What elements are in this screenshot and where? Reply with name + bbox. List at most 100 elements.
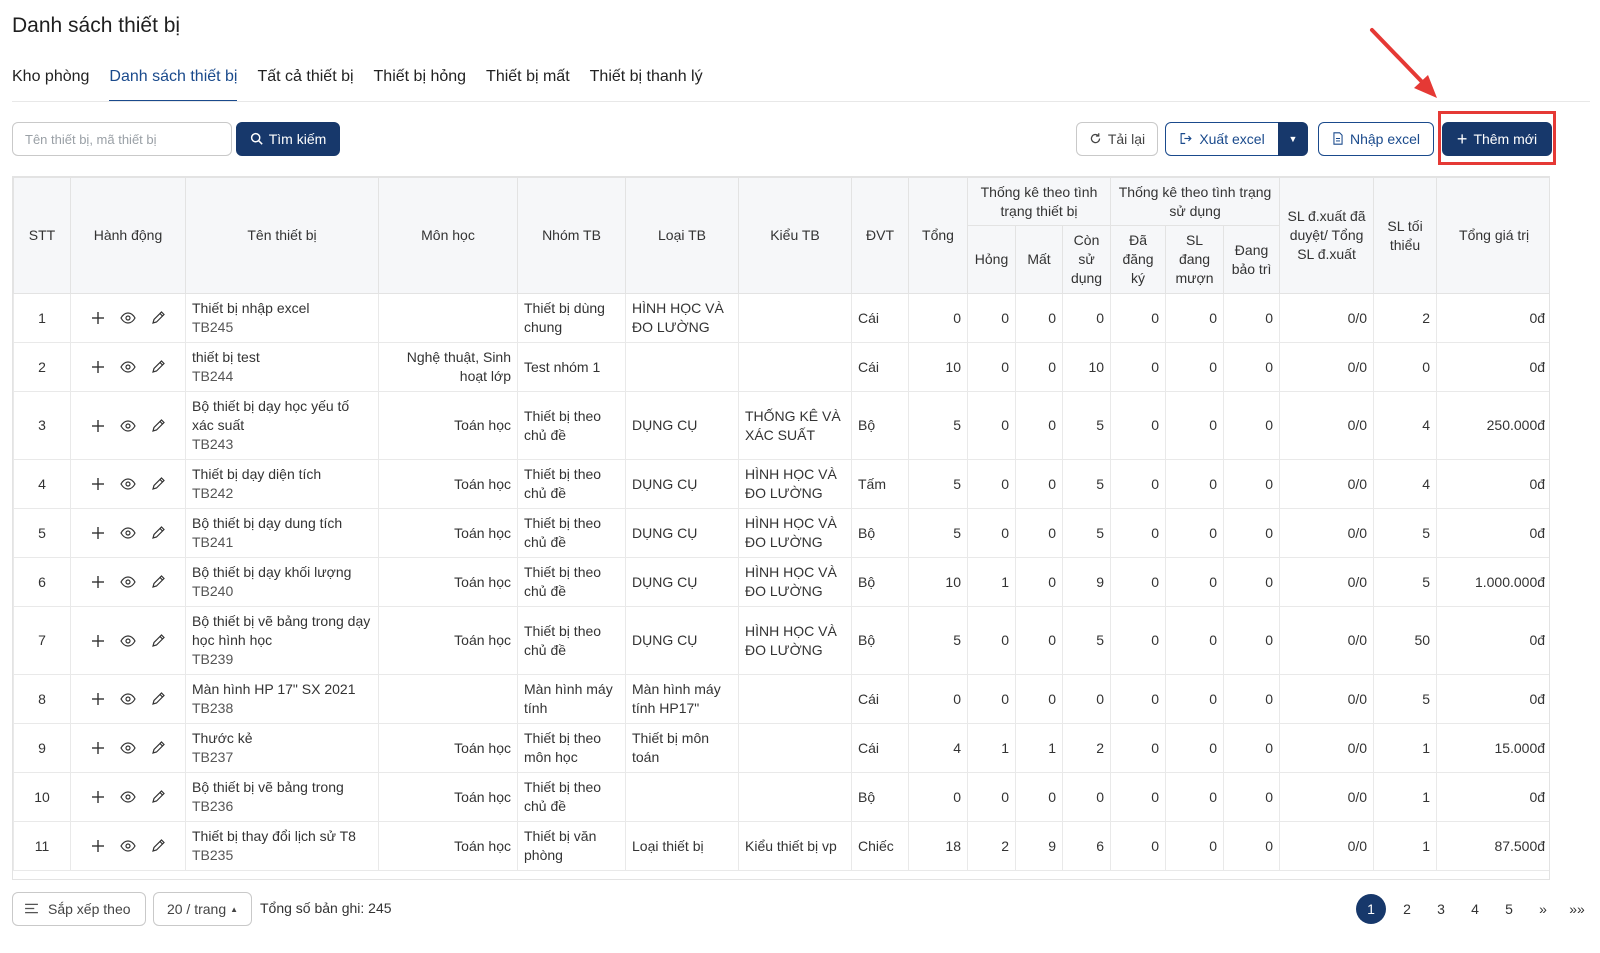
header-name: Tên thiết bị xyxy=(185,177,379,294)
edit-icon[interactable] xyxy=(149,632,167,650)
cell-proposed: 0/0 xyxy=(1279,772,1375,822)
cell-min: 1 xyxy=(1373,821,1438,871)
tab-thiet-bi-hong[interactable]: Thiết bị hỏng xyxy=(374,66,467,102)
cell-name: Thiết bị thay đổi lịch sử T8 TB235 xyxy=(185,821,379,871)
tab-danh-sach-thiet-bi[interactable]: Danh sách thiết bị xyxy=(109,66,238,102)
add-icon[interactable] xyxy=(89,417,107,435)
caret-down-icon: ▼ xyxy=(1288,134,1298,144)
add-icon[interactable] xyxy=(89,573,107,591)
search-button[interactable]: Tìm kiếm xyxy=(236,122,340,156)
tab-thiet-bi-mat[interactable]: Thiết bị mất xyxy=(486,66,570,102)
edit-icon[interactable] xyxy=(149,837,167,855)
view-icon[interactable] xyxy=(119,837,137,855)
equipment-name: Bộ thiết bị dạy dung tích xyxy=(192,515,343,531)
tab-kho-phong[interactable]: Kho phòng xyxy=(12,66,89,102)
edit-icon[interactable] xyxy=(149,358,167,376)
cell-proposed: 0/0 xyxy=(1279,293,1375,343)
page-size-select[interactable]: 20 / trang ▲ xyxy=(153,892,252,926)
cell-stt: 11 xyxy=(13,821,71,871)
cell-value: 0đ xyxy=(1436,772,1549,822)
cell-min: 5 xyxy=(1373,674,1438,724)
equipment-code: TB245 xyxy=(192,319,234,335)
cell-registered: 0 xyxy=(1110,293,1167,343)
add-icon[interactable] xyxy=(89,358,107,376)
add-icon[interactable] xyxy=(89,739,107,757)
add-icon[interactable] xyxy=(89,309,107,327)
cell-unit: Bộ xyxy=(851,557,909,607)
next-page-button[interactable]: » xyxy=(1530,894,1556,924)
view-icon[interactable] xyxy=(119,417,137,435)
cell-value: 1.000.000đ xyxy=(1436,557,1549,607)
file-icon xyxy=(1332,131,1344,147)
edit-icon[interactable] xyxy=(149,524,167,542)
sort-label: Sắp xếp theo xyxy=(48,901,131,917)
cell-kind: Kiểu thiết bị vp xyxy=(738,821,852,871)
last-page-button[interactable]: »» xyxy=(1564,894,1590,924)
tab-thiet-bi-thanh-ly[interactable]: Thiết bị thanh lý xyxy=(590,66,703,102)
edit-icon[interactable] xyxy=(149,788,167,806)
cell-lost: 0 xyxy=(1015,293,1063,343)
view-icon[interactable] xyxy=(119,358,137,376)
view-icon[interactable] xyxy=(119,739,137,757)
add-icon[interactable] xyxy=(89,632,107,650)
add-icon[interactable] xyxy=(89,690,107,708)
edit-icon[interactable] xyxy=(149,573,167,591)
cell-stt: 6 xyxy=(13,557,71,607)
add-icon[interactable] xyxy=(89,788,107,806)
page-4[interactable]: 4 xyxy=(1462,894,1488,924)
view-icon[interactable] xyxy=(119,475,137,493)
cell-type: DỤNG CỤ xyxy=(625,606,739,675)
cell-stt: 4 xyxy=(13,459,71,509)
cell-value: 15.000đ xyxy=(1436,723,1549,773)
view-icon[interactable] xyxy=(119,573,137,591)
reload-button[interactable]: Tải lại xyxy=(1076,122,1158,156)
cell-value: 0đ xyxy=(1436,508,1549,558)
edit-icon[interactable] xyxy=(149,417,167,435)
cell-value: 87.500đ xyxy=(1436,821,1549,871)
add-icon[interactable] xyxy=(89,837,107,855)
view-icon[interactable] xyxy=(119,309,137,327)
header-min: SL tối thiểu xyxy=(1373,177,1438,294)
edit-icon[interactable] xyxy=(149,475,167,493)
cell-total: 0 xyxy=(908,772,968,822)
edit-icon[interactable] xyxy=(149,739,167,757)
sort-button[interactable]: Sắp xếp theo xyxy=(12,892,146,926)
view-icon[interactable] xyxy=(119,524,137,542)
header-total: Tổng xyxy=(908,177,968,294)
view-icon[interactable] xyxy=(119,690,137,708)
page-2[interactable]: 2 xyxy=(1394,894,1420,924)
tab-tat-ca-thiet-bi[interactable]: Tất cả thiết bị xyxy=(257,66,353,102)
edit-icon[interactable] xyxy=(149,690,167,708)
cell-proposed: 0/0 xyxy=(1279,459,1375,509)
cell-total: 5 xyxy=(908,459,968,509)
cell-proposed: 0/0 xyxy=(1279,674,1375,724)
cell-actions xyxy=(70,508,186,558)
export-dropdown-button[interactable]: ▼ xyxy=(1278,122,1308,156)
header-unit: ĐVT xyxy=(851,177,909,294)
cell-proposed: 0/0 xyxy=(1279,342,1375,392)
import-excel-label: Nhập excel xyxy=(1349,131,1421,147)
cell-kind xyxy=(738,342,852,392)
cell-group: Thiết bị theo môn học xyxy=(517,723,626,773)
view-icon[interactable] xyxy=(119,788,137,806)
refresh-icon xyxy=(1089,132,1102,147)
cell-type: DỤNG CỤ xyxy=(625,391,739,460)
page-1[interactable]: 1 xyxy=(1356,894,1386,924)
page-3[interactable]: 3 xyxy=(1428,894,1454,924)
cell-value: 0đ xyxy=(1436,459,1549,509)
table-row: 5 Bộ thiết bị dạy dung tích TB241 Toán học T… xyxy=(13,508,1549,558)
export-excel-button[interactable]: Xuất excel xyxy=(1165,122,1279,156)
add-icon[interactable] xyxy=(89,524,107,542)
header-group: Nhóm TB xyxy=(517,177,626,294)
cell-maintenance: 0 xyxy=(1223,606,1281,675)
page-5[interactable]: 5 xyxy=(1496,894,1522,924)
cell-lost: 0 xyxy=(1015,606,1063,675)
cell-type: DỤNG CỤ xyxy=(625,508,739,558)
cell-usable: 9 xyxy=(1061,557,1112,607)
table-row: 11 Thiết bị thay đổi lịch sử T8 TB235 Toán … xyxy=(13,821,1549,871)
view-icon[interactable] xyxy=(119,632,137,650)
search-input[interactable] xyxy=(12,122,232,156)
add-icon[interactable] xyxy=(89,475,107,493)
edit-icon[interactable] xyxy=(149,309,167,327)
import-excel-button[interactable]: Nhập excel xyxy=(1318,122,1434,156)
